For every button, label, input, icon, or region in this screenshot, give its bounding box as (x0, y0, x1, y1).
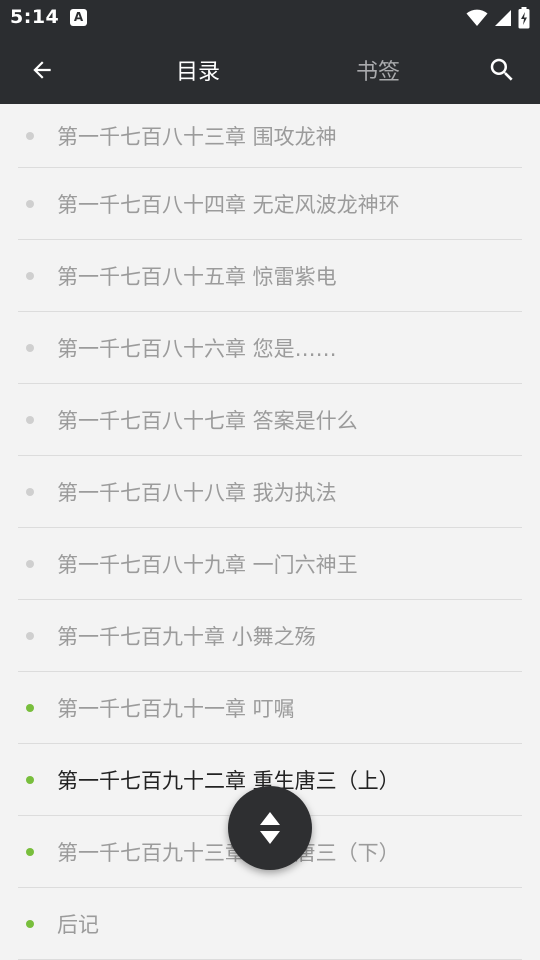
cache-status-dot (26, 415, 34, 424)
cache-status-dot (26, 919, 34, 928)
chapter-row[interactable]: 第一千七百八十五章 惊雷紫电 (18, 240, 522, 312)
chapter-row[interactable]: 第一千七百八十四章 无定风波龙神环 (18, 168, 522, 240)
cache-status-dot (26, 199, 34, 208)
cache-status-dot (26, 703, 34, 712)
chapter-title: 第一千七百九十三章 重生唐三（下） (57, 840, 400, 865)
chapter-row[interactable]: 后记 (18, 888, 522, 960)
chapter-title: 第一千七百九十二章 重生唐三（上） (57, 768, 400, 793)
back-button[interactable] (22, 50, 62, 90)
cache-status-dot (26, 847, 34, 856)
cache-status-dot (26, 631, 34, 640)
arrow-left-icon (33, 61, 51, 79)
chapter-title: 第一千七百九十一章 叮嘱 (57, 696, 295, 721)
chapter-row[interactable]: 第一千七百九十章 小舞之殇 (18, 600, 522, 672)
tab-bookmarks[interactable]: 书签 (330, 54, 426, 86)
signal-icon (495, 10, 511, 26)
search-button[interactable] (482, 50, 522, 90)
cache-status-dot (26, 131, 34, 140)
chapter-row[interactable]: 第一千七百九十一章 叮嘱 (18, 672, 522, 744)
chapter-row[interactable]: 第一千七百八十三章 围攻龙神 (18, 104, 522, 168)
chapter-title: 第一千七百八十七章 答案是什么 (57, 408, 358, 433)
chapter-title: 第一千七百八十三章 围攻龙神 (57, 124, 337, 149)
chapter-row[interactable]: 第一千七百八十九章 一门六神王 (18, 528, 522, 600)
chapter-title: 第一千七百八十九章 一门六神王 (57, 552, 358, 577)
tab-toc[interactable]: 目录 (150, 54, 246, 86)
notification-a-icon: A (70, 9, 87, 26)
cache-status-dot (26, 271, 34, 280)
chapter-row[interactable]: 第一千七百八十八章 我为执法 (18, 456, 522, 528)
cache-status-dot (26, 343, 34, 352)
scroll-toggle-button[interactable] (228, 786, 312, 870)
scroll-up-down-icon (260, 812, 280, 844)
chapter-row[interactable]: 第一千七百八十六章 您是…… (18, 312, 522, 384)
wifi-icon (466, 9, 488, 26)
app-bar: 目录 书签 (0, 36, 540, 104)
cache-status-dot (26, 775, 34, 784)
chapter-title: 第一千七百九十章 小舞之殇 (57, 624, 316, 649)
status-icons (466, 6, 530, 30)
chapter-title: 第一千七百八十八章 我为执法 (57, 480, 337, 505)
chapter-title: 后记 (57, 912, 99, 937)
cache-status-dot (26, 559, 34, 568)
chapter-row[interactable]: 第一千七百八十七章 答案是什么 (18, 384, 522, 456)
cache-status-dot (26, 487, 34, 496)
chapter-title: 第一千七百八十五章 惊雷紫电 (57, 264, 337, 289)
status-bar: 5:14 A (0, 0, 540, 36)
search-icon (490, 58, 513, 81)
battery-charging-icon (518, 7, 530, 29)
chapter-title: 第一千七百八十六章 您是…… (57, 336, 337, 361)
status-time: 5:14 (10, 6, 60, 28)
chapter-title: 第一千七百八十四章 无定风波龙神环 (57, 192, 400, 217)
